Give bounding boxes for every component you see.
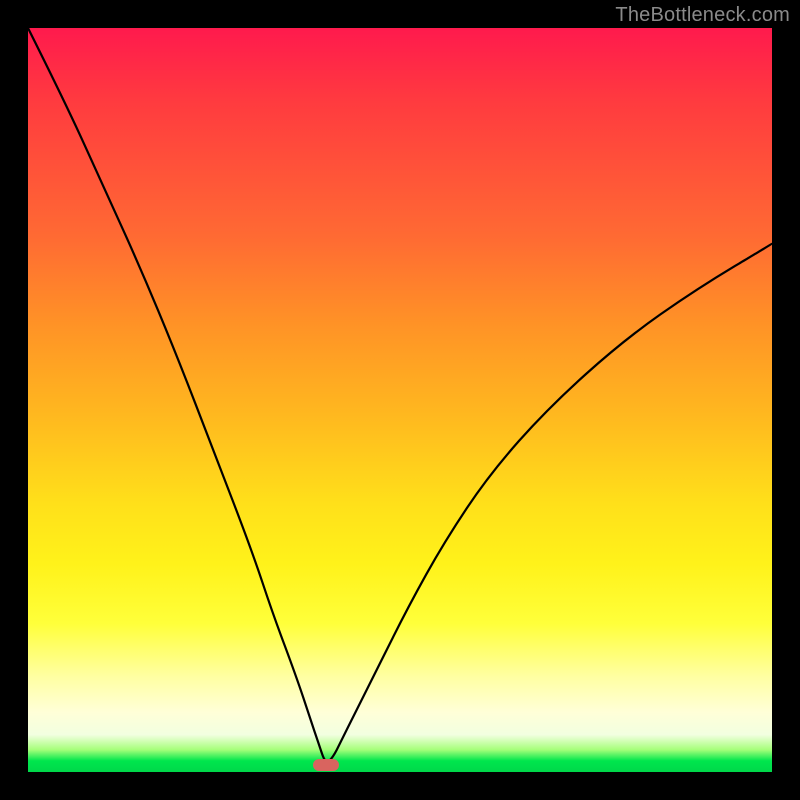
- curve-path: [28, 28, 772, 762]
- watermark-text: TheBottleneck.com: [615, 4, 790, 27]
- minimum-marker: [313, 759, 339, 771]
- chart-frame: TheBottleneck.com: [0, 0, 800, 800]
- plot-area: [28, 28, 772, 772]
- bottleneck-curve: [28, 28, 772, 772]
